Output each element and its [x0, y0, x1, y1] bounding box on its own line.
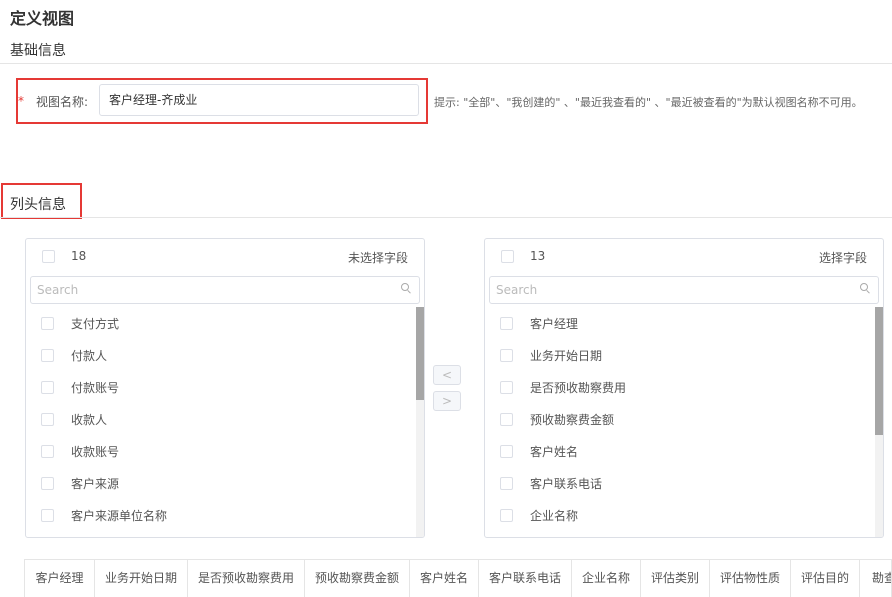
item-checkbox[interactable] [500, 349, 513, 362]
item-checkbox[interactable] [41, 445, 54, 458]
list-item[interactable]: 付款人 [26, 339, 412, 371]
list-item[interactable]: 客户经理 [485, 307, 871, 339]
unselected-select-all-checkbox[interactable] [42, 250, 55, 263]
unselected-count: 18 [71, 249, 87, 263]
unselected-search-input[interactable]: Search [30, 276, 420, 304]
item-checkbox[interactable] [500, 477, 513, 490]
item-checkbox[interactable] [41, 317, 54, 330]
selected-scrollbar[interactable] [875, 307, 883, 537]
list-item-label: 客户姓名 [530, 445, 579, 459]
list-item-label: 收款账号 [71, 445, 120, 459]
item-checkbox[interactable] [41, 413, 54, 426]
view-name-hint: 提示: "全部"、"我创建的" 、"最近我查看的" 、"最近被查看的"为默认视图… [434, 96, 863, 109]
basic-info-divider [0, 63, 892, 64]
table-header-cell: 评估类别 [641, 560, 710, 597]
unselected-field-list: 支付方式 付款人 付款账号 收款人 收款账号 客户来源 客户来源单位名称 [26, 307, 424, 537]
unselected-scrollbar-thumb[interactable] [416, 307, 424, 400]
list-item-label: 客户经理 [530, 317, 579, 331]
selected-search-input[interactable]: Search [489, 276, 879, 304]
list-item-label: 业务开始日期 [530, 349, 603, 363]
unselected-fields-panel: 18 未选择字段 Search 支付方式 付款人 付款账号 收款人 收款账号 客… [25, 238, 425, 538]
list-item[interactable]: 客户姓名 [485, 435, 871, 467]
unselected-panel-header: 18 未选择字段 [26, 239, 424, 273]
list-item[interactable]: 是否预收勘察费用 [485, 371, 871, 403]
list-item[interactable]: 企业名称 [485, 499, 871, 531]
item-checkbox[interactable] [500, 509, 513, 522]
search-icon [401, 283, 410, 292]
list-item[interactable]: 业务开始日期 [485, 339, 871, 371]
selected-fields-panel: 13 选择字段 Search 客户经理 业务开始日期 是否预收勘察费用 预收勘察… [484, 238, 884, 538]
table-header-cell: 客户姓名 [410, 560, 479, 597]
item-checkbox[interactable] [41, 349, 54, 362]
list-item-label: 客户来源单位名称 [71, 509, 168, 523]
search-icon [860, 283, 869, 292]
item-checkbox[interactable] [41, 381, 54, 394]
selected-panel-title: 选择字段 [818, 251, 867, 265]
unselected-scrollbar[interactable] [416, 307, 424, 537]
list-item[interactable]: 支付方式 [26, 307, 412, 339]
selected-field-list: 客户经理 业务开始日期 是否预收勘察费用 预收勘察费金额 客户姓名 客户联系电话… [485, 307, 883, 537]
basic-info-section-title: 基础信息 [10, 43, 66, 59]
unselected-search-placeholder: Search [37, 283, 79, 297]
selected-panel-header: 13 选择字段 [485, 239, 883, 273]
view-name-input[interactable]: 客户经理-齐成业 [99, 84, 419, 116]
columns-info-divider [0, 217, 892, 218]
item-checkbox[interactable] [500, 381, 513, 394]
list-item[interactable]: 客户联系电话 [485, 467, 871, 499]
item-checkbox[interactable] [41, 509, 54, 522]
list-item-label: 是否预收勘察费用 [530, 381, 627, 395]
move-left-button[interactable]: < [433, 365, 461, 385]
item-checkbox[interactable] [500, 445, 513, 458]
table-header-cell: 是否预收勘察费用 [188, 560, 305, 597]
selected-count: 13 [530, 249, 546, 263]
list-item-label: 付款人 [71, 349, 108, 363]
preview-table-header: 客户经理 业务开始日期 是否预收勘察费用 预收勘察费金额 客户姓名 客户联系电话… [24, 559, 892, 597]
list-item[interactable]: 客户来源单位名称 [26, 499, 412, 531]
list-item-label: 企业名称 [530, 509, 579, 523]
item-checkbox[interactable] [500, 413, 513, 426]
list-item-label: 客户联系电话 [530, 477, 603, 491]
table-header-cell: 评估物性质 [710, 560, 791, 597]
list-item-label: 支付方式 [71, 317, 120, 331]
required-mark: * [18, 94, 24, 108]
item-checkbox[interactable] [500, 317, 513, 330]
list-item-label: 收款人 [71, 413, 108, 427]
table-header-cell: 勘查 [860, 560, 892, 597]
list-item[interactable]: 收款人 [26, 403, 412, 435]
list-item[interactable]: 付款账号 [26, 371, 412, 403]
table-header-cell: 客户联系电话 [479, 560, 572, 597]
list-item[interactable]: 客户来源 [26, 467, 412, 499]
list-item[interactable]: 预收勘察费金额 [485, 403, 871, 435]
table-header-cell: 业务开始日期 [95, 560, 188, 597]
view-name-label: 视图名称: [36, 95, 89, 109]
move-right-button[interactable]: > [433, 391, 461, 411]
table-header-cell: 客户经理 [25, 560, 95, 597]
table-header-cell: 评估目的 [791, 560, 860, 597]
selected-scrollbar-thumb[interactable] [875, 307, 883, 435]
selected-select-all-checkbox[interactable] [501, 250, 514, 263]
selected-search-placeholder: Search [496, 283, 538, 297]
item-checkbox[interactable] [41, 477, 54, 490]
columns-section-title: 列头信息 [10, 197, 66, 213]
page-title: 定义视图 [10, 9, 75, 28]
table-header-cell: 预收勘察费金额 [305, 560, 410, 597]
list-item-label: 付款账号 [71, 381, 120, 395]
list-item-label: 客户来源 [71, 477, 120, 491]
unselected-panel-title: 未选择字段 [347, 251, 408, 265]
list-item[interactable]: 收款账号 [26, 435, 412, 467]
table-header-cell: 企业名称 [572, 560, 641, 597]
list-item-label: 预收勘察费金额 [530, 413, 615, 427]
